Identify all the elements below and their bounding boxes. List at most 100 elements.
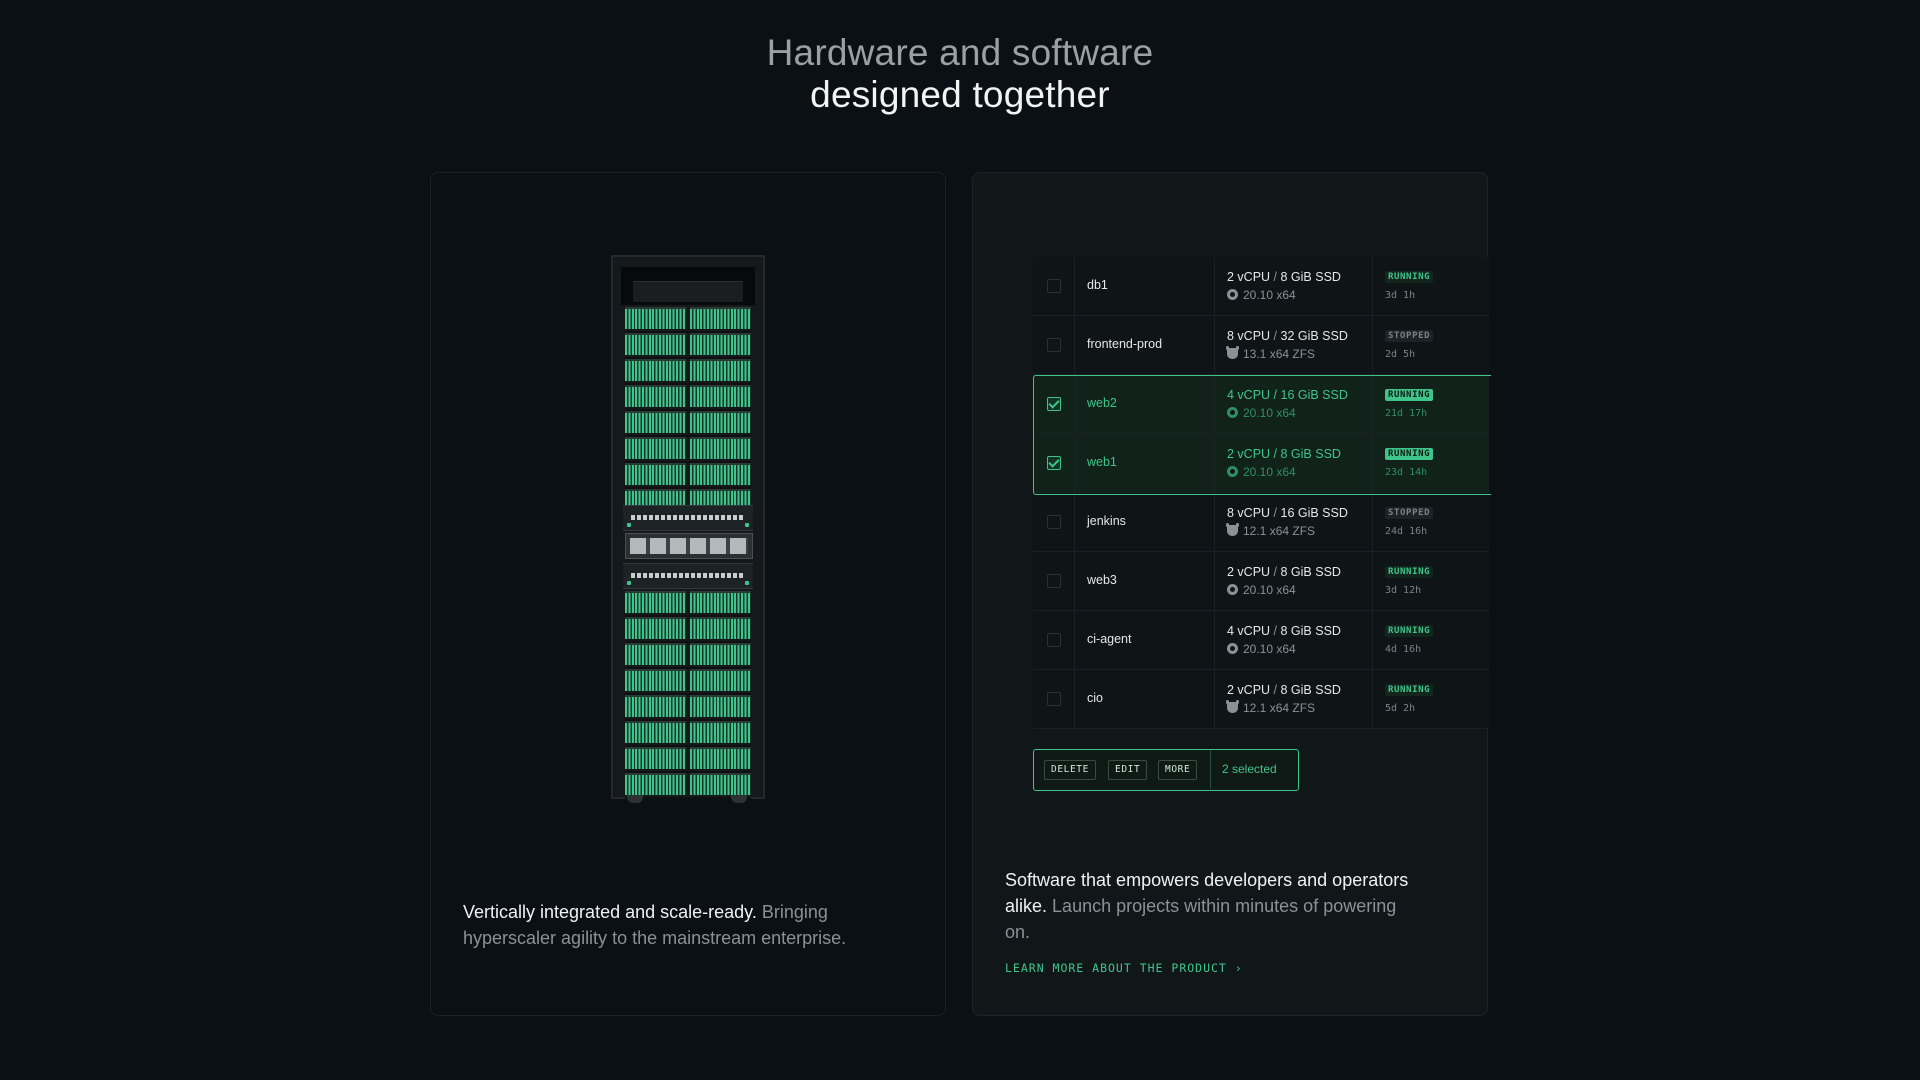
row-checkbox[interactable] (1047, 633, 1061, 647)
spec-separator: / (1270, 447, 1281, 461)
instance-os: 20.10 x64 (1227, 465, 1296, 479)
row-check-cell (1033, 375, 1075, 434)
instance-cpu: 2 vCPU (1227, 270, 1271, 284)
row-status-cell: RUNNING 3d 1h (1373, 257, 1489, 316)
table-row[interactable]: cio 2 vCPU / 8 GiB SSD 12.1 x64 ZFS RUNN… (1033, 670, 1489, 729)
compute-sled (690, 385, 751, 407)
instance-uptime: 3d 12h (1385, 585, 1422, 596)
table-row[interactable]: frontend-prod 8 vCPU / 32 GiB SSD 13.1 x… (1033, 316, 1489, 375)
compute-sled (625, 617, 686, 639)
row-checkbox[interactable] (1047, 456, 1061, 470)
bulk-action-bar: DELETE EDIT MORE 2 selected (1033, 749, 1299, 791)
rack-sled-row (625, 747, 751, 773)
row-spec-cell: 2 vCPU / 8 GiB SSD 20.10 x64 (1215, 552, 1373, 611)
rack-sled-row (625, 463, 751, 489)
row-check-cell (1033, 316, 1075, 375)
spec-separator: / (1270, 565, 1281, 579)
compute-sled (625, 669, 686, 691)
status-badge: RUNNING (1385, 625, 1434, 637)
row-status-cell: STOPPED 24d 16h (1373, 493, 1489, 552)
rack-sled-row (625, 411, 751, 437)
row-name-cell: frontend-prod (1075, 316, 1215, 375)
rack-sled-row (625, 307, 751, 333)
table-row[interactable]: web1 2 vCPU / 8 GiB SSD 20.10 x64 RUNNIN… (1033, 434, 1489, 493)
row-check-cell (1033, 434, 1075, 493)
compute-sled (625, 643, 686, 665)
compute-sled (625, 437, 686, 459)
instance-name: frontend-prod (1087, 337, 1163, 351)
headline-line-2: designed together (810, 74, 1110, 115)
instance-cpu: 2 vCPU (1227, 565, 1271, 579)
row-checkbox[interactable] (1047, 574, 1061, 588)
row-status-cell: RUNNING 23d 14h (1373, 434, 1489, 493)
instance-os: 20.10 x64 (1227, 288, 1296, 302)
instance-name: db1 (1087, 278, 1108, 292)
row-status-cell: RUNNING 3d 12h (1373, 552, 1489, 611)
row-spec-cell: 4 vCPU / 8 GiB SSD 20.10 x64 (1215, 611, 1373, 670)
row-checkbox[interactable] (1047, 692, 1061, 706)
instance-os-version: 12.1 x64 ZFS (1243, 701, 1316, 715)
page-headline: Hardware and software designed together (0, 32, 1920, 116)
spec-separator: / (1270, 683, 1281, 697)
compute-sled (690, 617, 751, 639)
table-row[interactable]: web3 2 vCPU / 8 GiB SSD 20.10 x64 RUNNIN… (1033, 552, 1489, 611)
row-checkbox[interactable] (1047, 397, 1061, 411)
row-checkbox[interactable] (1047, 515, 1061, 529)
instance-storage: 16 GiB SSD (1280, 388, 1348, 402)
table-row[interactable]: ci-agent 4 vCPU / 8 GiB SSD 20.10 x64 RU… (1033, 611, 1489, 670)
status-badge: RUNNING (1385, 389, 1434, 401)
spec-separator: / (1270, 388, 1281, 402)
row-checkbox[interactable] (1047, 279, 1061, 293)
table-row[interactable]: jenkins 8 vCPU / 16 GiB SSD 12.1 x64 ZFS… (1033, 493, 1489, 552)
compute-sled (690, 411, 751, 433)
instance-os-version: 13.1 x64 ZFS (1243, 347, 1316, 361)
instance-os: 20.10 x64 (1227, 406, 1296, 420)
instance-os-version: 20.10 x64 (1243, 406, 1296, 420)
row-check-cell (1033, 552, 1075, 611)
instance-os-version: 12.1 x64 ZFS (1243, 524, 1316, 538)
row-status-cell: STOPPED 2d 5h (1373, 316, 1489, 375)
edit-button[interactable]: EDIT (1108, 760, 1148, 780)
table-row[interactable]: db1 2 vCPU / 8 GiB SSD 20.10 x64 RUNNING… (1033, 257, 1489, 316)
compute-sled (625, 333, 686, 355)
instance-cpu: 2 vCPU (1227, 447, 1271, 461)
instance-os-version: 20.10 x64 (1243, 642, 1296, 656)
compute-sled (690, 773, 751, 795)
compute-sled (690, 463, 751, 485)
rack-sled-row (625, 617, 751, 643)
row-checkbox[interactable] (1047, 338, 1061, 352)
instance-cpu: 8 vCPU (1227, 329, 1271, 343)
compute-sled (625, 591, 686, 613)
ubuntu-icon (1227, 643, 1238, 654)
ubuntu-icon (1227, 466, 1238, 477)
instance-spec: 8 vCPU / 32 GiB SSD (1227, 329, 1348, 343)
rack-sled-row (625, 591, 751, 617)
rack-sled-row (625, 333, 751, 359)
instance-name: jenkins (1087, 514, 1126, 528)
software-card: db1 2 vCPU / 8 GiB SSD 20.10 x64 RUNNING… (972, 172, 1491, 1016)
instance-uptime: 3d 1h (1385, 290, 1416, 301)
row-spec-cell: 2 vCPU / 8 GiB SSD 20.10 x64 (1215, 257, 1373, 316)
spec-separator: / (1270, 624, 1281, 638)
more-button[interactable]: MORE (1158, 760, 1198, 780)
delete-button[interactable]: DELETE (1044, 760, 1096, 780)
compute-sled (625, 385, 686, 407)
hardware-description: Vertically integrated and scale-ready. B… (463, 899, 883, 951)
row-name-cell: cio (1075, 670, 1215, 729)
learn-more-link[interactable]: LEARN MORE ABOUT THE PRODUCT › (1005, 961, 1243, 975)
instance-cpu: 2 vCPU (1227, 683, 1271, 697)
software-description-muted: Launch projects within minutes of poweri… (1005, 896, 1397, 942)
instance-uptime: 5d 2h (1385, 703, 1416, 714)
instance-spec: 4 vCPU / 8 GiB SSD (1227, 624, 1341, 638)
table-row[interactable]: web2 4 vCPU / 16 GiB SSD 20.10 x64 RUNNI… (1033, 375, 1489, 434)
row-check-cell (1033, 493, 1075, 552)
compute-sled (690, 643, 751, 665)
compute-sled (625, 773, 686, 795)
instance-uptime: 2d 5h (1385, 349, 1416, 360)
row-name-cell: db1 (1075, 257, 1215, 316)
row-name-cell: jenkins (1075, 493, 1215, 552)
bsd-icon (1226, 346, 1239, 359)
instance-spec: 2 vCPU / 8 GiB SSD (1227, 270, 1341, 284)
hardware-description-strong: Vertically integrated and scale-ready. (463, 902, 757, 922)
instance-os-version: 20.10 x64 (1243, 288, 1296, 302)
